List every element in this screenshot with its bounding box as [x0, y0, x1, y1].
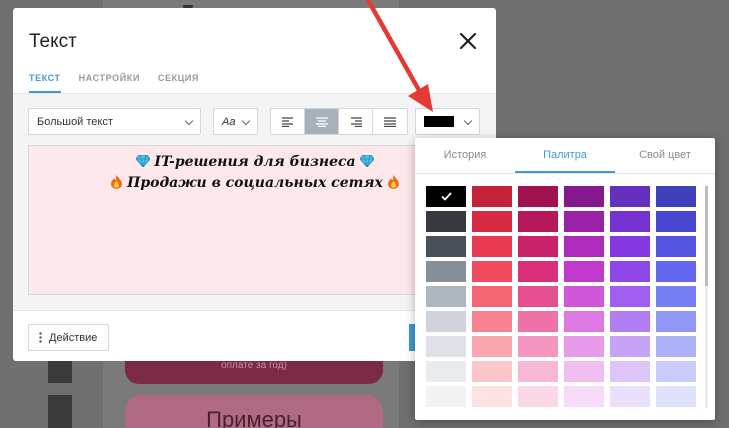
color-swatch[interactable]	[656, 286, 696, 307]
color-swatch[interactable]	[610, 386, 650, 407]
color-swatch[interactable]	[656, 361, 696, 382]
action-button[interactable]: Действие	[28, 324, 109, 351]
tab-palette[interactable]: Палитра	[515, 138, 615, 173]
editor-line-2: Продажи в социальных сетях	[29, 173, 481, 194]
color-swatch[interactable]	[656, 186, 696, 207]
color-swatch[interactable]	[472, 286, 512, 307]
annotation-arrow-icon	[365, 0, 433, 112]
align-right-icon	[350, 116, 362, 127]
color-swatch[interactable]	[426, 336, 466, 357]
color-swatch[interactable]	[564, 311, 604, 332]
color-swatch[interactable]	[656, 211, 696, 232]
color-swatch[interactable]	[564, 286, 604, 307]
color-swatch[interactable]	[472, 311, 512, 332]
background-price-button-label: оплате за год)	[221, 360, 287, 371]
editor-line-1-text: IT-решения для бизнеса	[154, 154, 356, 170]
color-swatch[interactable]	[656, 236, 696, 257]
color-swatch[interactable]	[564, 186, 604, 207]
color-swatch[interactable]	[518, 211, 558, 232]
align-center-icon	[315, 116, 328, 127]
color-grid	[426, 186, 696, 407]
color-swatch[interactable]	[426, 211, 466, 232]
chevron-down-icon	[241, 116, 251, 126]
color-swatch[interactable]	[472, 211, 512, 232]
modal-title: Текст	[29, 31, 77, 52]
color-swatch[interactable]	[472, 186, 512, 207]
color-swatch[interactable]	[564, 211, 604, 232]
rich-text-editor[interactable]: IT-решения для бизнеса Продажи в социаль…	[28, 145, 482, 295]
fire-icon	[111, 175, 123, 189]
color-swatch[interactable]	[518, 286, 558, 307]
color-swatch[interactable]	[564, 336, 604, 357]
background-examples-button-label: Примеры	[206, 407, 302, 428]
color-swatch[interactable]	[426, 236, 466, 257]
color-palette-popup: История Палитра Свой цвет	[415, 138, 715, 420]
tab-text[interactable]: ТЕКСТ	[29, 73, 61, 93]
color-swatch[interactable]	[656, 336, 696, 357]
color-swatch[interactable]	[518, 311, 558, 332]
color-swatch[interactable]	[472, 361, 512, 382]
color-swatch[interactable]	[610, 311, 650, 332]
color-swatch[interactable]	[426, 286, 466, 307]
color-swatch[interactable]	[518, 386, 558, 407]
align-center-button[interactable]	[305, 109, 339, 134]
background-examples-button: Примеры	[125, 395, 383, 428]
color-swatch[interactable]	[656, 311, 696, 332]
color-swatch[interactable]	[426, 261, 466, 282]
color-swatch[interactable]	[472, 236, 512, 257]
color-swatch[interactable]	[472, 336, 512, 357]
align-justify-icon	[384, 116, 396, 127]
font-select-value: Аа	[222, 115, 236, 128]
color-swatch[interactable]	[564, 361, 604, 382]
chevron-down-icon	[463, 116, 473, 126]
diamond-icon	[360, 155, 375, 167]
fire-icon	[387, 175, 399, 189]
color-swatch[interactable]	[518, 336, 558, 357]
color-swatch[interactable]	[472, 261, 512, 282]
color-swatch[interactable]	[426, 361, 466, 382]
color-swatch[interactable]	[656, 261, 696, 282]
color-swatch[interactable]	[518, 236, 558, 257]
color-swatch[interactable]	[426, 386, 466, 407]
color-swatch[interactable]	[564, 261, 604, 282]
modal-tabs: ТЕКСТ НАСТРОЙКИ СЕКЦИЯ	[29, 73, 199, 93]
align-left-button[interactable]	[271, 109, 305, 134]
text-style-select[interactable]: Большой текст	[28, 108, 201, 135]
tab-history[interactable]: История	[415, 138, 515, 173]
close-icon[interactable]	[458, 31, 478, 51]
color-swatch[interactable]	[610, 261, 650, 282]
diamond-icon	[135, 155, 150, 167]
tab-custom-color[interactable]: Свой цвет	[615, 138, 715, 173]
tab-section[interactable]: СЕКЦИЯ	[158, 73, 199, 93]
background-strip-segment	[48, 395, 72, 428]
more-vertical-icon	[39, 332, 42, 343]
checkmark-icon	[440, 192, 452, 201]
color-swatch[interactable]	[564, 386, 604, 407]
palette-tabs: История Палитра Свой цвет	[415, 138, 715, 174]
chevron-down-icon	[184, 116, 194, 126]
current-color-swatch	[424, 116, 454, 127]
color-swatch[interactable]	[610, 361, 650, 382]
color-swatch[interactable]	[610, 211, 650, 232]
palette-scrollbar-thumb[interactable]	[705, 186, 708, 286]
color-swatch[interactable]	[518, 361, 558, 382]
color-swatch[interactable]	[610, 286, 650, 307]
font-select[interactable]: Аа	[213, 108, 258, 135]
color-swatch[interactable]	[518, 186, 558, 207]
color-swatch[interactable]	[610, 336, 650, 357]
text-style-select-value: Большой текст	[37, 115, 113, 128]
tab-settings[interactable]: НАСТРОЙКИ	[79, 73, 140, 93]
align-left-icon	[281, 116, 293, 127]
action-button-label: Действие	[49, 331, 98, 344]
color-swatch[interactable]	[426, 186, 466, 207]
editor-line-1: IT-решения для бизнеса	[29, 152, 481, 173]
color-swatch[interactable]	[610, 236, 650, 257]
color-swatch[interactable]	[564, 236, 604, 257]
color-swatch[interactable]	[518, 261, 558, 282]
color-swatch[interactable]	[426, 311, 466, 332]
color-swatch[interactable]	[656, 386, 696, 407]
editor-line-2-text: Продажи в социальных сетях	[127, 175, 383, 191]
color-swatch[interactable]	[472, 386, 512, 407]
color-swatch[interactable]	[610, 186, 650, 207]
